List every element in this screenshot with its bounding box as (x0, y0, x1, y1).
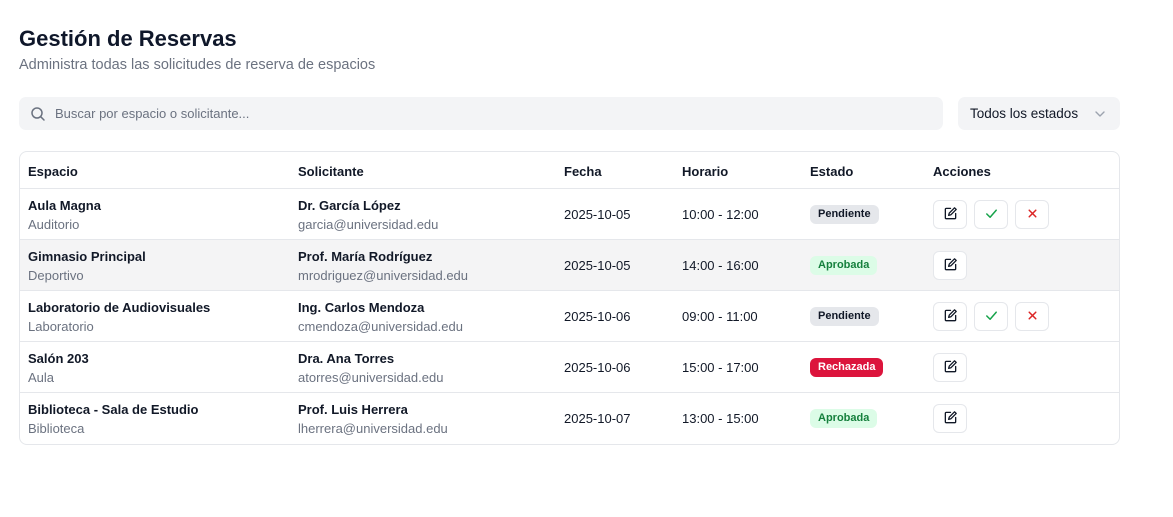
column-header-estado: Estado (810, 164, 854, 179)
edit-icon (943, 206, 958, 224)
reservation-date: 2025-10-06 (564, 360, 631, 375)
requester-email: mrodriguez@universidad.edu (298, 268, 469, 283)
space-name: Salón 203 (28, 351, 89, 366)
space-type: Biblioteca (28, 421, 85, 436)
search-input[interactable] (55, 97, 915, 130)
requester-name: Prof. Luis Herrera (298, 402, 408, 417)
check-icon (984, 206, 999, 224)
status-badge: Aprobada (810, 256, 878, 275)
reservation-date: 2025-10-06 (564, 309, 631, 324)
requester-name: Prof. María Rodríguez (298, 249, 433, 264)
status-badge: Pendiente (810, 307, 879, 326)
reservation-date: 2025-10-05 (564, 258, 631, 273)
page-subtitle: Administra todas las solicitudes de rese… (19, 57, 376, 73)
status-filter-label: Todos los estados (970, 106, 1079, 121)
edit-icon (943, 257, 958, 275)
status-filter-select[interactable]: Todos los estados (958, 97, 1120, 130)
table-row: Gimnasio Principal Deportivo Prof. María… (20, 240, 1119, 291)
table-row: Salón 203 Aula Dra. Ana Torres atorres@u… (20, 342, 1119, 393)
approve-button[interactable] (974, 302, 1008, 331)
search-icon (30, 106, 46, 122)
reject-button[interactable] (1015, 302, 1049, 331)
column-header-acciones: Acciones (933, 164, 991, 179)
status-badge: Pendiente (810, 205, 879, 224)
reject-button[interactable] (1015, 200, 1049, 229)
table-row: Biblioteca - Sala de Estudio Biblioteca … (20, 393, 1119, 444)
edit-icon (943, 359, 958, 377)
requester-name: Dra. Ana Torres (298, 351, 395, 366)
requester-email: atorres@universidad.edu (298, 370, 444, 385)
table-row: Laboratorio de Audiovisuales Laboratorio… (20, 291, 1119, 342)
table-header: Espacio Solicitante Fecha Horario Estado… (20, 152, 1119, 189)
edit-button[interactable] (933, 200, 967, 229)
edit-icon (943, 410, 958, 428)
requester-email: lherrera@universidad.edu (298, 421, 448, 436)
space-name: Laboratorio de Audiovisuales (28, 300, 211, 315)
x-icon (1025, 308, 1040, 326)
edit-button[interactable] (933, 353, 967, 382)
chevron-down-icon (1094, 108, 1106, 120)
check-icon (984, 308, 999, 326)
column-header-fecha: Fecha (564, 164, 602, 179)
reservations-table: Espacio Solicitante Fecha Horario Estado… (19, 151, 1120, 445)
reservation-time: 15:00 - 17:00 (682, 360, 759, 375)
space-type: Auditorio (28, 217, 80, 232)
column-header-horario: Horario (682, 164, 729, 179)
space-name: Aula Magna (28, 198, 101, 213)
space-name: Biblioteca - Sala de Estudio (28, 402, 199, 417)
reservation-time: 13:00 - 15:00 (682, 411, 759, 426)
status-badge: Rechazada (810, 358, 884, 377)
space-type: Deportivo (28, 268, 84, 283)
search-bar (19, 97, 943, 130)
x-icon (1025, 206, 1040, 224)
edit-button[interactable] (933, 302, 967, 331)
status-badge: Aprobada (810, 409, 878, 428)
approve-button[interactable] (974, 200, 1008, 229)
reservation-date: 2025-10-05 (564, 207, 631, 222)
requester-name: Dr. García López (298, 198, 401, 213)
reservation-time: 14:00 - 16:00 (682, 258, 759, 273)
reservation-time: 09:00 - 11:00 (682, 309, 758, 324)
table-row: Aula Magna Auditorio Dr. García López ga… (20, 189, 1119, 240)
requester-email: cmendoza@universidad.edu (298, 319, 463, 334)
edit-button[interactable] (933, 251, 967, 280)
space-type: Aula (28, 370, 55, 385)
column-header-espacio: Espacio (28, 164, 78, 179)
requester-email: garcia@universidad.edu (298, 217, 439, 232)
reservation-time: 10:00 - 12:00 (682, 207, 759, 222)
edit-icon (943, 308, 958, 326)
space-type: Laboratorio (28, 319, 94, 334)
page-title: Gestión de Reservas (19, 26, 237, 51)
space-name: Gimnasio Principal (28, 249, 146, 264)
edit-button[interactable] (933, 404, 967, 433)
column-header-solicitante: Solicitante (298, 164, 364, 179)
requester-name: Ing. Carlos Mendoza (298, 300, 425, 315)
reservation-date: 2025-10-07 (564, 411, 631, 426)
